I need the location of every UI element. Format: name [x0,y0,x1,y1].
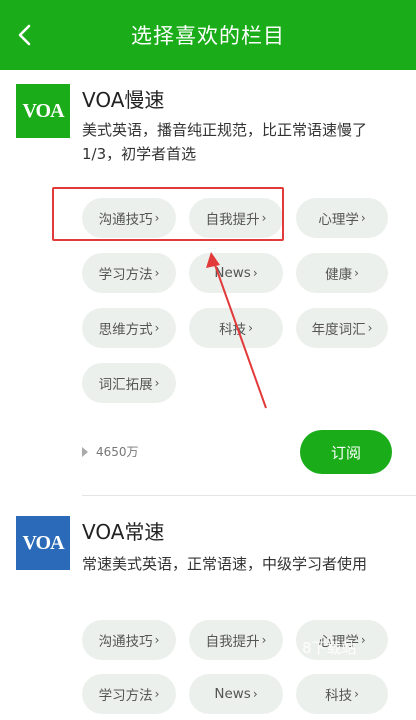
tag-chip[interactable]: 科技 › [296,674,388,714]
tag-label: 学习方法 [98,688,153,704]
tag-label: News [214,265,251,281]
tag-chip[interactable]: 学习方法 › [82,674,176,714]
tag-label: 自我提升 [205,634,260,650]
play-icon [82,446,88,457]
chevron-right-icon: › [154,321,160,335]
tag-label: News [214,686,251,702]
tag-label: 思维方式 [98,322,153,338]
tag-label: 词汇拓展 [98,377,153,393]
chevron-right-icon: › [154,633,160,647]
chevron-right-icon: › [367,321,373,335]
chevron-right-icon: › [360,211,366,225]
chevron-left-icon [18,24,31,46]
tag-label: 沟通技巧 [98,634,153,650]
watermark: 8下载站 [302,639,357,657]
program-name: VOA常速 [82,520,165,544]
tag-chip[interactable]: 词汇拓展 › [82,363,176,403]
tag-label: 科技 [325,688,353,704]
chevron-right-icon: › [354,687,359,701]
tag-chip[interactable]: 年度词汇 › [296,308,388,348]
chevron-right-icon: › [154,266,160,280]
divider [82,495,416,496]
tag-chip[interactable]: 思维方式 › [82,308,176,348]
tag-chip[interactable]: News › [189,674,283,714]
tag-label: 心理学 [318,212,359,228]
tag-label: 科技 [219,322,247,338]
chevron-right-icon: › [261,633,267,647]
tag-chip[interactable]: 自我提升 › [189,620,283,660]
chevron-right-icon: › [360,633,366,647]
tag-chip[interactable]: 心理学 › [296,198,388,238]
chevron-right-icon: › [261,211,267,225]
chevron-right-icon: › [154,211,160,225]
chevron-right-icon: › [154,687,160,701]
tag-chip[interactable]: 沟通技巧 › [82,198,176,238]
tag-label: 年度词汇 [311,322,366,338]
tag-label: 健康 [325,267,353,283]
chevron-right-icon: › [354,266,359,280]
listen-count: 4650万 [82,443,139,460]
program-description: 常速美式英语，正常语速，中级学习者使用 [82,555,368,573]
tag-label: 自我提升 [205,212,260,228]
program-name: VOA慢速 [82,88,165,112]
page-title: 选择喜欢的栏目 [131,24,285,48]
tag-label: 学习方法 [98,267,153,283]
voa-logo: VOA [16,516,70,570]
subscribe-button[interactable]: 订阅 [300,430,392,474]
chevron-right-icon: › [252,687,258,701]
header-bar: 选择喜欢的栏目 [0,0,416,70]
program-description: 美式英语，播音纯正规范，比正常语速慢了1/3，初学者首选 [82,121,368,163]
tag-chip[interactable]: 自我提升 › [189,198,283,238]
back-button[interactable] [8,18,42,52]
tag-chip[interactable]: 学习方法 › [82,253,176,293]
tag-chip[interactable]: News › [189,253,283,293]
voa-logo: VOA [16,84,70,138]
tag-chip[interactable]: 健康 › [296,253,388,293]
listen-count-value: 4650万 [96,445,139,459]
tag-chip[interactable]: 沟通技巧 › [82,620,176,660]
tag-label: 沟通技巧 [98,212,153,228]
chevron-right-icon: › [248,321,253,335]
tag-chip[interactable]: 科技 › [189,308,283,348]
chevron-right-icon: › [154,376,160,390]
chevron-right-icon: › [252,266,258,280]
